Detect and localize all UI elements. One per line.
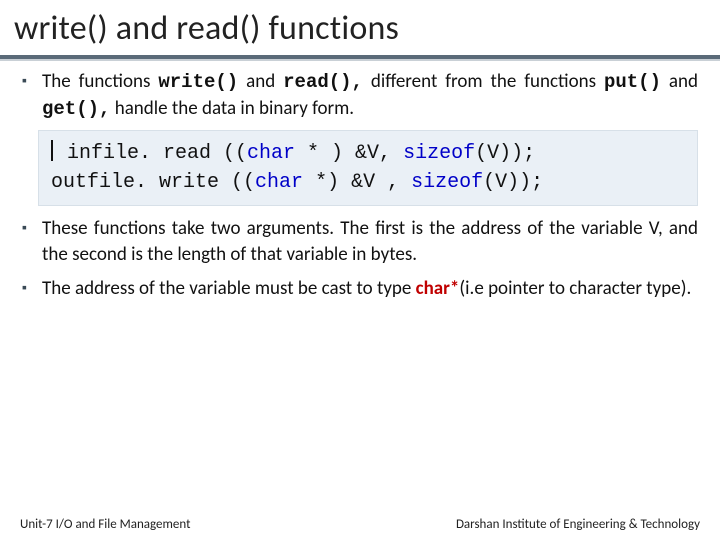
- code-text: (V));: [483, 171, 543, 194]
- bullet-3: ▪ The address of the variable must be ca…: [22, 276, 698, 302]
- text: handle the data in binary form.: [110, 97, 354, 120]
- bullet-marker: ▪: [22, 69, 32, 122]
- bullet-1: ▪ The functions write() and read(), diff…: [22, 69, 698, 122]
- bullet-marker: ▪: [22, 216, 32, 267]
- code-text: * ) &V,: [295, 142, 403, 165]
- fn-write: write(): [158, 71, 238, 93]
- code-text: *) &V ,: [303, 171, 411, 194]
- text: and: [238, 70, 283, 93]
- text: (i.e pointer to character type).: [459, 277, 691, 300]
- slide-title: write() and read() functions: [0, 0, 720, 55]
- bullet-2: ▪ These functions take two arguments. Th…: [22, 216, 698, 267]
- fn-read: read(),: [283, 71, 363, 93]
- code-text: outfile. write ((: [51, 171, 255, 194]
- footer-right: Darshan Institute of Engineering & Techn…: [456, 517, 700, 532]
- slide-footer: Unit-7 I/O and File Management Darshan I…: [0, 517, 720, 532]
- code-text: (V));: [475, 142, 535, 165]
- kw-char: char: [255, 171, 303, 194]
- bullet-marker: ▪: [22, 276, 32, 302]
- kw-sizeof: sizeof: [411, 171, 483, 194]
- fn-put: put(): [604, 71, 661, 93]
- text: different from the functions: [363, 70, 604, 93]
- slide-body: ▪ The functions write() and read(), diff…: [0, 61, 720, 301]
- kw-char: char: [247, 142, 295, 165]
- kw-charptr: char*: [416, 277, 460, 300]
- code-text: infile. read ((: [55, 142, 247, 165]
- cursor-icon: [51, 140, 53, 161]
- fn-get: get(),: [42, 98, 110, 120]
- text: and: [661, 70, 698, 93]
- bullet-2-text: These functions take two arguments. The …: [42, 216, 698, 267]
- code-block: infile. read ((char * ) &V, sizeof(V)); …: [38, 130, 698, 206]
- footer-left: Unit-7 I/O and File Management: [20, 517, 190, 532]
- bullet-3-text: The address of the variable must be cast…: [42, 276, 698, 302]
- bullet-1-text: The functions write() and read(), differ…: [42, 69, 698, 122]
- text: The functions: [42, 70, 158, 93]
- text: The address of the variable must be cast…: [42, 277, 416, 300]
- kw-sizeof: sizeof: [403, 142, 475, 165]
